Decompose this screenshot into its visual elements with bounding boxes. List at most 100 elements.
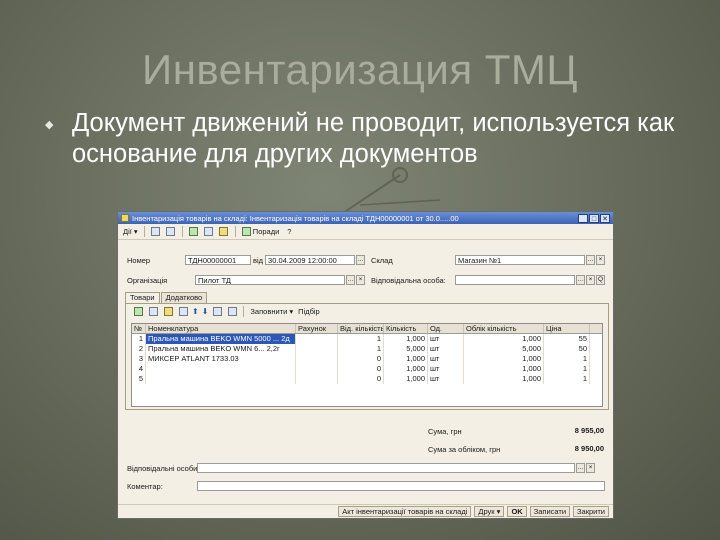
move-up-icon[interactable]: ⬆ (192, 307, 199, 316)
actions-menu-button[interactable]: Дії ▾ (122, 226, 139, 238)
organization-select-button[interactable]: ... (346, 275, 355, 285)
add-row-icon[interactable] (132, 305, 144, 317)
responsible-select-button[interactable]: ... (576, 275, 585, 285)
help-button[interactable]: Поради (241, 226, 281, 238)
save-button[interactable]: Записати (529, 506, 571, 517)
date-field[interactable]: 30.04.2009 12:00:00 (265, 255, 356, 265)
table-cell (296, 374, 338, 384)
maximize-button[interactable]: □ (589, 213, 599, 223)
tab-goods[interactable]: Товари (125, 292, 160, 303)
table-cell: 3 (132, 354, 146, 364)
goods-table: № Номенклатура Рахунок Від. кількість Кі… (131, 323, 603, 407)
save-icon[interactable] (150, 226, 162, 238)
sum-accounted-value: 8 950,00 (574, 444, 604, 453)
calendar-icon[interactable]: ... (356, 255, 366, 265)
number-label: Номер (127, 255, 151, 265)
table-cell: 1,000 (464, 334, 544, 344)
table-cell: 0 (338, 354, 384, 364)
table-cell: 1 (338, 344, 384, 354)
table-row[interactable]: 4 0 1,000 шт 1,000 1 (132, 364, 602, 374)
close-window-button[interactable]: ✕ (600, 213, 610, 223)
toolbar-divider (143, 226, 145, 237)
table-cell: шт (428, 364, 464, 374)
ok-button[interactable]: OK (507, 506, 527, 517)
responsible-clear-button[interactable]: × (586, 275, 595, 285)
warehouse-clear-button[interactable]: × (596, 255, 605, 265)
sum-label: Сума, грн (428, 426, 462, 436)
comment-row: Коментар: (127, 481, 605, 491)
document-icon (121, 214, 129, 222)
column-header[interactable]: Облік кількість (464, 324, 544, 333)
table-cell: 1 (544, 354, 590, 364)
comment-field[interactable] (197, 481, 605, 491)
fill-button[interactable]: Заповнити ▾ (249, 305, 294, 317)
column-header[interactable]: Рахунок (296, 324, 338, 333)
responsible-persons-row: Відповідальні особи: ... × (127, 463, 595, 473)
grid-toolbar-divider (243, 305, 245, 317)
structure-icon[interactable] (203, 226, 215, 238)
based-on-icon[interactable] (218, 226, 230, 238)
minimize-button[interactable]: _ (578, 213, 588, 223)
table-cell: 1,000 (384, 354, 428, 364)
fill-button-label: Заповнити (250, 306, 288, 316)
column-header[interactable]: Ціна (544, 324, 590, 333)
sort-desc-icon[interactable] (226, 305, 238, 317)
table-cell: 1,000 (384, 334, 428, 344)
select-button[interactable]: Підбір (297, 305, 321, 317)
responsible-persons-select-button[interactable]: ... (576, 463, 585, 473)
question-icon[interactable]: ? (283, 226, 295, 238)
responsible-search-button[interactable]: Q (596, 275, 605, 285)
grid-toolbar: ⬆ ⬇ Заповнити ▾ Підбір (126, 304, 608, 318)
sum-value: 8 955,00 (574, 426, 604, 435)
edit-row-icon[interactable] (162, 305, 174, 317)
organization-field[interactable]: Пилот ТД (195, 275, 345, 285)
responsible-persons-field[interactable] (197, 463, 575, 473)
table-cell: шт (428, 354, 464, 364)
table-cell: 1,000 (384, 374, 428, 384)
bottom-button-bar: Акт інвентаризації товарів на складі Дру… (118, 504, 613, 518)
column-header[interactable]: № (132, 324, 146, 333)
organization-clear-button[interactable]: × (356, 275, 365, 285)
table-cell: 5,000 (464, 344, 544, 354)
number-field[interactable]: ТДН00000001 (185, 255, 251, 265)
table-cell (296, 344, 338, 354)
slide-bullet-text: Документ движений не проводит, используе… (72, 109, 675, 168)
warehouse-field[interactable]: Магазин №1 (455, 255, 585, 265)
sum-accounted-row: Сума за обліком, грн 8 950,00 (428, 444, 606, 454)
move-down-icon[interactable]: ⬇ (202, 307, 209, 316)
table-cell: 1 (338, 334, 384, 344)
table-row[interactable]: 2 Пральна машина BEKO WMN 6... 2,2г 1 5,… (132, 344, 602, 354)
responsible-persons-clear-button[interactable]: × (586, 463, 595, 473)
date-label: від (253, 255, 264, 265)
bullet-icon: ◆ (45, 119, 54, 131)
print-form-button[interactable]: Акт інвентаризації товарів на складі (338, 506, 472, 517)
toolbar-divider (181, 226, 183, 237)
responsible-row: Відповідальна особа: ... × Q (371, 275, 605, 285)
column-header[interactable]: Од. (428, 324, 464, 333)
copy-icon[interactable] (165, 226, 177, 238)
column-header[interactable]: Кількість (384, 324, 428, 333)
table-cell: 1,000 (384, 364, 428, 374)
copy-row-icon[interactable] (147, 305, 159, 317)
tab-additional[interactable]: Додатково (160, 292, 208, 303)
sort-asc-icon[interactable] (211, 305, 223, 317)
help-button-label: Поради (252, 227, 280, 236)
delete-row-icon[interactable] (177, 305, 189, 317)
print-button[interactable]: Друк ▾ (474, 506, 505, 517)
table-cell: 1 (544, 364, 590, 374)
table-row[interactable]: 3 МИКСЕР ATLANT 1733.03 0 1,000 шт 1,000… (132, 354, 602, 364)
warehouse-select-button[interactable]: ... (586, 255, 595, 265)
post-document-icon[interactable] (188, 226, 200, 238)
window-title: Інвентаризація товарів на складі: Інвент… (132, 213, 459, 223)
table-row[interactable]: 1 Пральна машина BEKO WMN 5000 ... 2д 1 … (132, 334, 602, 344)
column-header[interactable]: Від. кількість (338, 324, 384, 333)
organization-row: Організація Пилот ТД ... × (127, 275, 365, 285)
column-header[interactable]: Номенклатура (146, 324, 296, 333)
table-cell: 1 (544, 374, 590, 384)
table-cell: 5,000 (384, 344, 428, 354)
close-button[interactable]: Закрити (573, 506, 609, 517)
table-row[interactable]: 5 0 1,000 шт 1,000 1 (132, 374, 602, 384)
responsible-field[interactable] (455, 275, 575, 285)
toolbar-divider (234, 226, 236, 237)
sum-row: Сума, грн 8 955,00 (428, 426, 606, 436)
